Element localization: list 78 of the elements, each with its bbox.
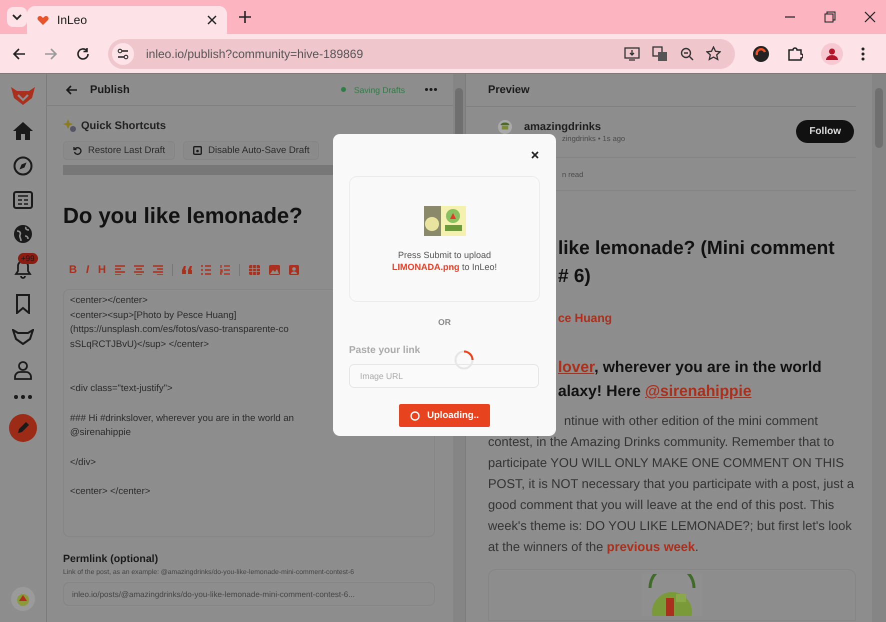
file-message: LIMONADA.png to InLeo! (392, 262, 498, 272)
author-avatar-icon (498, 120, 512, 134)
mention-link[interactable]: @sirenahippie (645, 383, 752, 400)
panel-title: Preview (488, 84, 530, 96)
scrollbar[interactable] (872, 74, 886, 622)
image-url-field[interactable]: Image URL (349, 364, 539, 388)
code-line: (https://unsplash.com/es/fotos/vaso-transparente-co (70, 323, 289, 337)
follow-button[interactable]: Follow (796, 120, 854, 143)
reload-icon[interactable] (76, 46, 90, 60)
zoom-icon[interactable] (680, 46, 694, 60)
extension-icon[interactable] (753, 46, 769, 62)
newspaper-icon[interactable] (13, 191, 33, 209)
permlink-field[interactable]: inleo.io/posts/@amazingdrinks/do-you-like-lemonade-mini-comment-contest-6... (63, 582, 435, 606)
code-line: sSLqRCTJBvU)</sup> </center> (70, 338, 209, 352)
code-line: <div class="text-justify"> (70, 382, 173, 396)
saving-status: Saving Drafts (354, 84, 405, 94)
separator-text: OR (437, 317, 452, 327)
field-label: Paste your link (349, 345, 422, 356)
more-icon[interactable] (14, 395, 32, 399)
tab-title: InLeo (57, 13, 88, 27)
code-line: </div> (70, 456, 96, 470)
person-icon[interactable] (14, 360, 32, 380)
upload-button[interactable]: Uploading.. (399, 404, 490, 427)
heart-icon (37, 14, 49, 26)
code-line: ### Hi #drinkslover, wherever you are in the world an (70, 412, 294, 426)
upload-message: Press Submit to upload (398, 250, 492, 260)
previous-week-link[interactable]: previous week (606, 539, 695, 554)
author-name[interactable]: amazingdrinks (524, 120, 626, 132)
sparkle-icon (63, 119, 77, 133)
browser-tab[interactable]: InLeo (27, 6, 227, 34)
translate-icon[interactable] (652, 46, 668, 62)
close-icon[interactable] (864, 11, 876, 23)
save-icon (193, 146, 202, 155)
back-icon[interactable] (12, 46, 26, 60)
compass-icon[interactable] (13, 156, 33, 176)
new-tab-icon[interactable] (239, 11, 251, 23)
bookmark-icon[interactable] (15, 294, 31, 314)
drop-zone[interactable]: Press Submit to upload LIMONADA.png to InLeo! (349, 176, 540, 302)
close-icon[interactable] (207, 15, 217, 25)
site-settings-icon[interactable] (112, 42, 134, 64)
post-paragraph: ntinue with other edition of the mini comment contest, in the Amazing Drinks community. Remember that to participate YOU WILL ONLY MAKE ONE COMMENT ON THIS POST, it is NOT necessary that you participate with a post, just a good comment that you will leave at the end of this post. This week's theme is: DO YOU LIKE LEMONADE?; but first let's look at the winners of the previous week. (488, 412, 856, 556)
home-icon[interactable] (12, 121, 34, 141)
address-bar[interactable]: inleo.io/publish?community=hive-189869 (108, 38, 735, 68)
menu-icon[interactable] (861, 46, 865, 60)
restore-icon[interactable] (824, 11, 836, 23)
more-icon[interactable] (425, 88, 437, 91)
heading-text: alaxy! Here (558, 383, 642, 400)
star-icon[interactable] (706, 46, 721, 61)
close-icon[interactable] (531, 151, 539, 159)
format-button[interactable]: H (98, 264, 106, 276)
shortcut-button[interactable]: Disable Auto-Save Draft (183, 141, 320, 160)
puzzle-icon[interactable] (787, 46, 803, 62)
url-text: inleo.io/publish?community=hive-189869 (146, 46, 364, 60)
code-line: <center></center> (70, 294, 148, 308)
undo-icon (73, 146, 82, 155)
mention-link[interactable]: lover (558, 359, 594, 376)
post-title: like lemonade? (Mini comment # 6) (558, 237, 836, 289)
photo-credit[interactable]: ce Huang (558, 311, 612, 325)
code-line: <center><sup>[Photo by Pesce Huang] (70, 308, 236, 322)
shortcut-button[interactable]: Restore Last Draft (63, 141, 176, 160)
status-dot-icon (340, 87, 346, 92)
pencil-icon[interactable] (9, 414, 37, 442)
globe-icon[interactable] (13, 224, 33, 244)
post-title: Do you like lemonade? (63, 203, 303, 229)
tab-list-icon[interactable] (7, 7, 27, 27)
page-title: Publish (90, 84, 130, 96)
spinner-icon (410, 410, 420, 420)
format-button[interactable]: B (69, 264, 77, 276)
back-arrow-icon[interactable] (65, 84, 78, 94)
code-line: <center> </center> (70, 485, 150, 499)
field-label: Permlink (optional) (63, 553, 160, 565)
section-title: Quick Shortcuts (81, 120, 166, 132)
heading-text: , wherever you are in the world (594, 359, 822, 376)
format-button[interactable]: I (86, 264, 90, 276)
install-icon[interactable] (624, 46, 640, 60)
profile-icon[interactable] (821, 42, 843, 64)
code-line: @sirenahippie (70, 426, 131, 440)
notification-badge: +99 (18, 253, 38, 264)
